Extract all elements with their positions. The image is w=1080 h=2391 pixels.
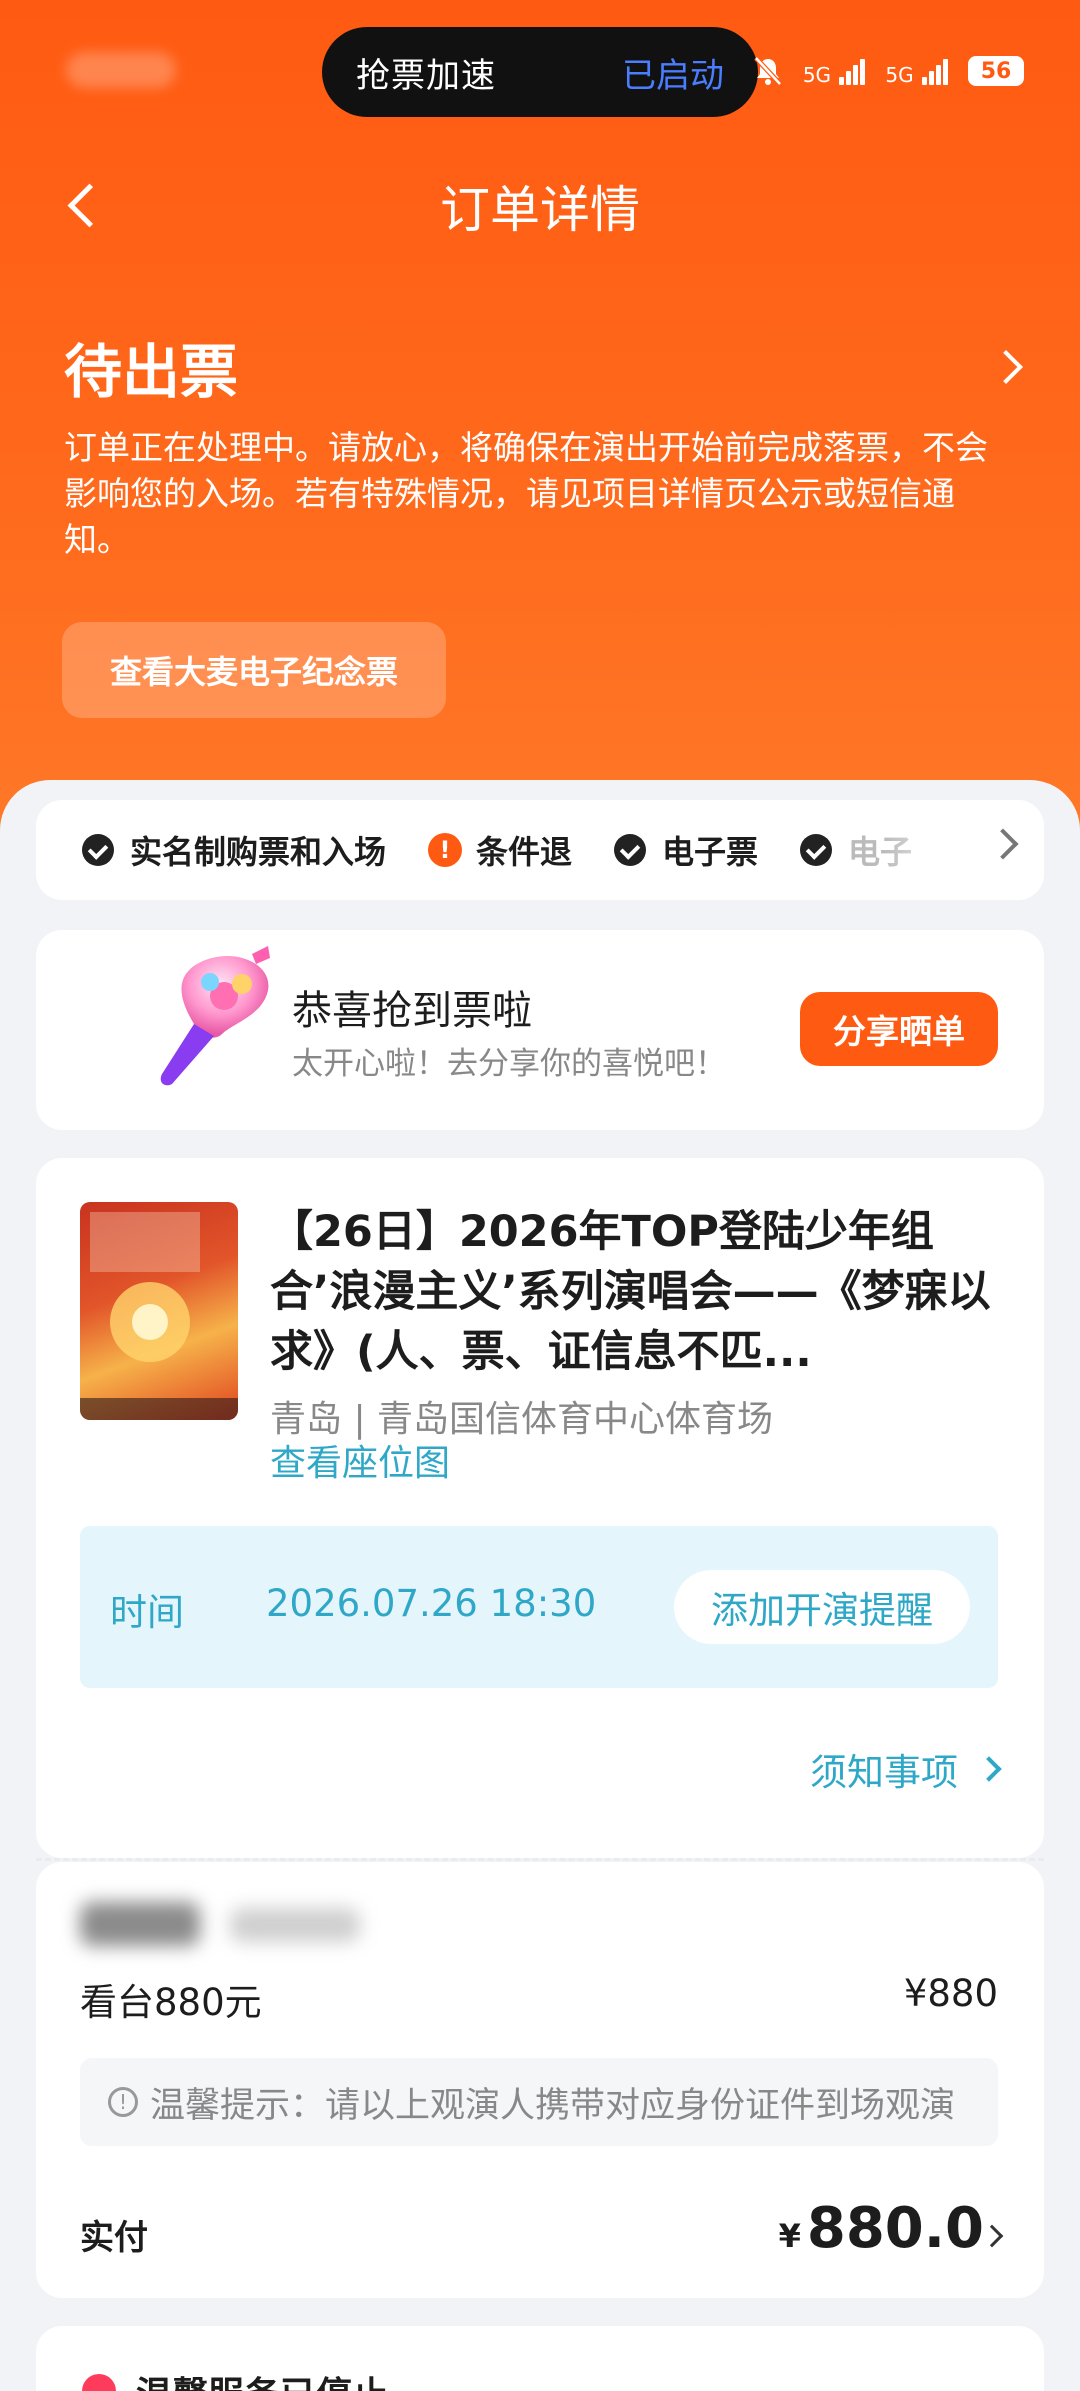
status-time-blurred [66,52,176,88]
time-value: 2026.07.26 18:30 [266,1582,597,1625]
battery-icon: 56 [968,56,1024,86]
poster-art [80,1212,238,1420]
status-bar: 抢票加速 已启动 5G 5G 56 [0,0,1080,140]
feature-item: 实名制购票和入场 [82,827,386,873]
paid-label: 实付 [80,2218,148,2258]
ticket-tier: 看台880元 [80,1981,262,2024]
view-memorial-ticket-button[interactable]: 查看大麦电子纪念票 [62,622,446,718]
ticket-accelerator-pill[interactable]: 抢票加速 已启动 [322,27,758,117]
service-status-text: 温馨服务已停止 [136,2366,388,2391]
check-icon [800,834,833,866]
check-icon [82,834,114,866]
show-title[interactable]: 【26日】2026年TOP登陆少年组合’浪漫主义’系列演唱会——《梦寐以求》(人… [270,1202,1010,1382]
feature-label: 实名制购票和入场 [130,833,387,871]
congrats-title: 恭喜抢到票啦 [292,988,532,1034]
ticket-price: ¥880 [903,1972,998,2015]
congrats-subtitle: 太开心啦！去分享你的喜悦吧！ [292,1046,726,1082]
warm-tip: ! 温馨提示：请以上观演人携带对应身份证件到场观演 [80,2058,998,2146]
seat-map-link[interactable]: 查看座位图 [270,1434,450,1486]
show-time-box: 时间 2026.07.26 18:30 添加开演提醒 [80,1526,998,1688]
feature-item: 电子票 [614,827,758,873]
accelerator-label: 抢票加速 [356,55,496,96]
signal-type: 5G [885,63,914,87]
order-state-description: 订单正在处理中。请放心，将确保在演出开始前完成落票，不会影响您的入场。若有特殊情… [64,428,988,559]
feature-label: 条件退 [476,833,573,871]
paid-amount[interactable]: ¥ 880.0 [779,2196,984,2261]
divider [36,1858,1044,1861]
service-features-bar[interactable]: 实名制购票和入场 ! 条件退 电子票 电子 [36,800,1044,900]
share-order-button[interactable]: 分享晒单 [800,992,998,1066]
signal-type: 5G [802,63,832,87]
signal-icon: 5G [803,57,868,85]
notice-link[interactable]: 须知事项 [810,1742,1002,1796]
add-reminder-button[interactable]: 添加开演提醒 [674,1570,970,1644]
feature-label: 电子票 [662,833,759,871]
info-icon: ! [108,2087,138,2117]
show-poster[interactable] [80,1202,238,1420]
paid-value: 880.0 [806,2196,984,2261]
feature-item: ! 条件退 [428,827,572,873]
warning-icon: ! [428,833,463,867]
notice-label: 须知事项 [810,1751,958,1794]
order-state-title[interactable]: 待出票 [64,325,238,409]
tip-text: 温馨提示：请以上观演人携带对应身份证件到场观演 [150,2085,956,2126]
time-label: 时间 [110,1591,184,1634]
chevron-right-icon [976,1756,1002,1782]
attendee-name-blurred [80,1898,370,1954]
system-icons: 5G 5G 56 [751,54,1024,88]
congrats-card: 恭喜抢到票啦 太开心啦！去分享你的喜悦吧！ 分享晒单 [36,930,1044,1130]
nav-bar: 订单详情 [0,160,1080,250]
light-stick-icon [160,946,270,1086]
bell-muted-icon [753,56,782,86]
ticket-card: 看台880元 ¥880 ! 温馨提示：请以上观演人携带对应身份证件到场观演 实付… [36,1862,1044,2298]
signal-icon: 5G [885,57,950,85]
paid-currency: ¥ [778,2217,801,2255]
fade-mask [884,800,1044,900]
service-status-card[interactable]: 温馨服务已停止 [36,2326,1044,2391]
check-icon [614,834,647,866]
page-title: 订单详情 [440,181,640,239]
accelerator-status: 已启动 [622,55,724,96]
show-info-card: 【26日】2026年TOP登陆少年组合’浪漫主义’系列演唱会——《梦寐以求》(人… [36,1158,1044,1858]
chevron-right-icon[interactable] [980,2224,1004,2248]
alert-icon [82,2374,116,2391]
